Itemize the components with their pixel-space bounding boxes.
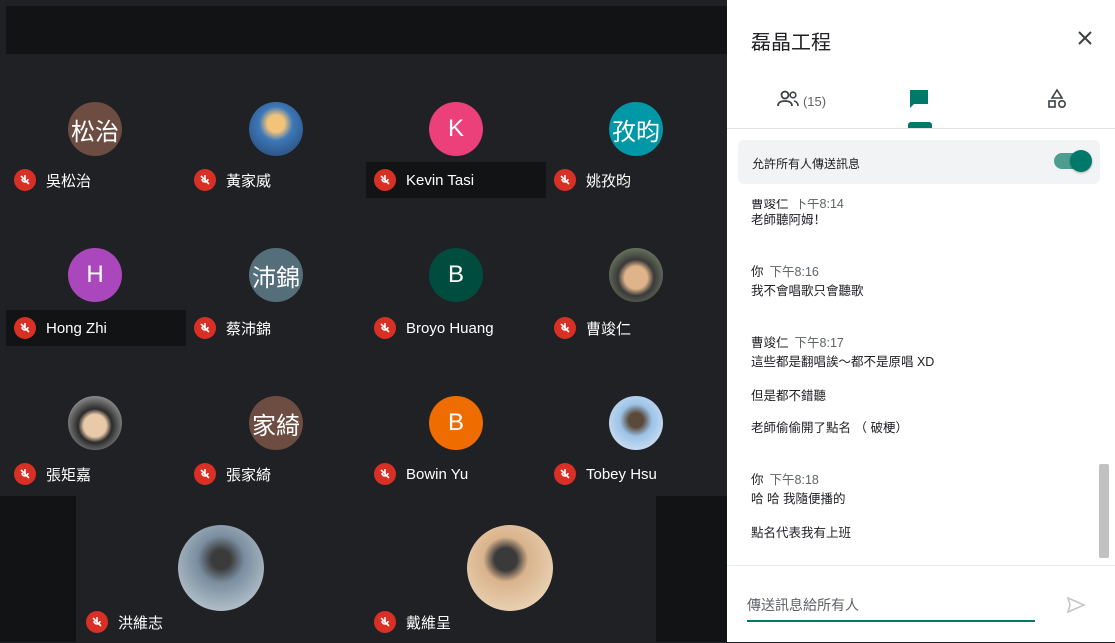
- nameplate: 張矩嘉: [14, 456, 91, 492]
- mic-off-icon: [554, 463, 576, 485]
- avatar: [68, 396, 122, 450]
- nameplate: 吳松治: [14, 162, 91, 198]
- participant-tile[interactable]: [178, 525, 264, 611]
- chat-messages: 曹竣仁 下午8:14 老師聽阿姆！ 你下午8:16 我不會唱歌只會聽歌 曹竣仁 下午…: [727, 190, 1101, 560]
- nameplate: 曹竣仁: [554, 310, 631, 346]
- participant-name: 洪維志: [118, 614, 164, 632]
- toggle-knob: [1070, 150, 1092, 172]
- message-text: 老師偷偷開了點名 （ 破梗）: [751, 421, 908, 435]
- mic-off-icon: [374, 611, 396, 633]
- chat-scrollbar[interactable]: [1099, 464, 1109, 558]
- mic-off-icon: [374, 463, 396, 485]
- mic-off-icon: [194, 317, 216, 339]
- avatar: 家綺: [249, 396, 303, 450]
- avatar: 孜昀: [609, 102, 663, 156]
- participant-name: 曹竣仁: [586, 320, 632, 338]
- nameplate: Hong Zhi: [6, 310, 186, 346]
- mic-off-icon: [14, 463, 36, 485]
- avatar: B: [429, 396, 483, 450]
- tab-people[interactable]: (15): [761, 74, 841, 128]
- nameplate: 黃家威: [194, 162, 271, 198]
- message-meta: 你下午8:16: [751, 265, 819, 279]
- mic-off-icon: [554, 317, 576, 339]
- nameplate: 姚孜昀: [554, 162, 631, 198]
- avatar: 松治: [68, 102, 122, 156]
- people-icon: [776, 89, 800, 114]
- mic-off-icon: [374, 169, 396, 191]
- mic-off-icon: [194, 463, 216, 485]
- mic-off-icon: [374, 317, 396, 339]
- participant-name: 吳松治: [46, 172, 92, 190]
- participants-grid: 松治 吳松治 黃家威 K Kevin Tasi 孜昀 姚孜昀 H Hong Zh…: [0, 0, 727, 642]
- nameplate: Bowin Yu: [374, 456, 468, 492]
- participant-name: Tobey Hsu: [586, 465, 657, 483]
- mic-off-icon: [86, 611, 108, 633]
- chat-input[interactable]: [747, 590, 1035, 622]
- message-text: 我不會唱歌只會聽歌: [751, 284, 864, 298]
- participant-name: Bowin Yu: [406, 465, 469, 483]
- active-tab-indicator: [908, 122, 932, 128]
- people-count: (15): [802, 93, 827, 109]
- nameplate: 蔡沛錦: [194, 310, 271, 346]
- filler-right: [656, 496, 727, 642]
- message-text: 老師聽阿姆！: [751, 213, 827, 227]
- allow-messages-label: 允許所有人傳送訊息: [752, 157, 861, 171]
- tab-activities[interactable]: [1027, 74, 1087, 128]
- participant-name: Hong Zhi: [46, 319, 107, 337]
- shapes-icon: [1046, 87, 1068, 115]
- message-text: 但是都不錯聽: [751, 389, 827, 403]
- close-icon[interactable]: [1075, 28, 1095, 48]
- tab-chat[interactable]: [889, 74, 949, 128]
- nameplate: Tobey Hsu: [554, 456, 657, 492]
- mic-off-icon: [14, 169, 36, 191]
- panel-tabs: (15): [727, 74, 1115, 129]
- message-text: 點名代表我有上班: [751, 526, 852, 540]
- participant-name: 張矩嘉: [46, 466, 92, 484]
- participant-tile[interactable]: [467, 525, 553, 611]
- mic-off-icon: [554, 169, 576, 191]
- avatar: H: [68, 248, 122, 302]
- avatar: K: [429, 102, 483, 156]
- nameplate: Broyo Huang: [374, 310, 494, 346]
- message-text: 這些都是翻唱誒～都不是原唱 XD: [751, 355, 935, 369]
- mic-off-icon: [194, 169, 216, 191]
- participant-name: 戴維呈: [406, 614, 452, 632]
- participant-name: 蔡沛錦: [226, 320, 272, 338]
- allow-messages-toggle[interactable]: [1054, 150, 1092, 172]
- avatar: [609, 396, 663, 450]
- nameplate: 洪維志: [86, 604, 163, 640]
- nameplate: Kevin Tasi: [366, 162, 546, 198]
- avatar: B: [429, 248, 483, 302]
- avatar: [609, 248, 663, 302]
- participant-name: 姚孜昀: [586, 172, 632, 190]
- panel-title: 磊晶工程: [751, 32, 831, 54]
- nameplate: 張家綺: [194, 456, 271, 492]
- chat-icon: [907, 87, 931, 116]
- nameplate: 戴維呈: [374, 604, 451, 640]
- avatar: [249, 102, 303, 156]
- filler-left: [0, 496, 76, 642]
- send-icon[interactable]: [1065, 594, 1087, 616]
- top-bar: [6, 6, 727, 54]
- mic-off-icon: [14, 317, 36, 339]
- side-panel: 磊晶工程 (15) 允許所有人傳送訊息 曹竣仁下午8:14 老師聽阿姆！ 你下: [727, 0, 1115, 642]
- message-meta: 你下午8:18: [751, 473, 819, 487]
- allow-messages-bar: 允許所有人傳送訊息: [738, 140, 1100, 184]
- participant-name: 黃家威: [226, 172, 272, 190]
- avatar: 沛錦: [249, 248, 303, 302]
- message-text: 哈 哈 我隨便播的: [751, 492, 846, 506]
- participant-name: Kevin Tasi: [406, 171, 475, 189]
- participant-name: Broyo Huang: [406, 319, 494, 337]
- chat-input-area: [727, 565, 1115, 643]
- message-meta: 曹竣仁 下午8:17: [751, 336, 844, 350]
- participant-name: 張家綺: [226, 466, 272, 484]
